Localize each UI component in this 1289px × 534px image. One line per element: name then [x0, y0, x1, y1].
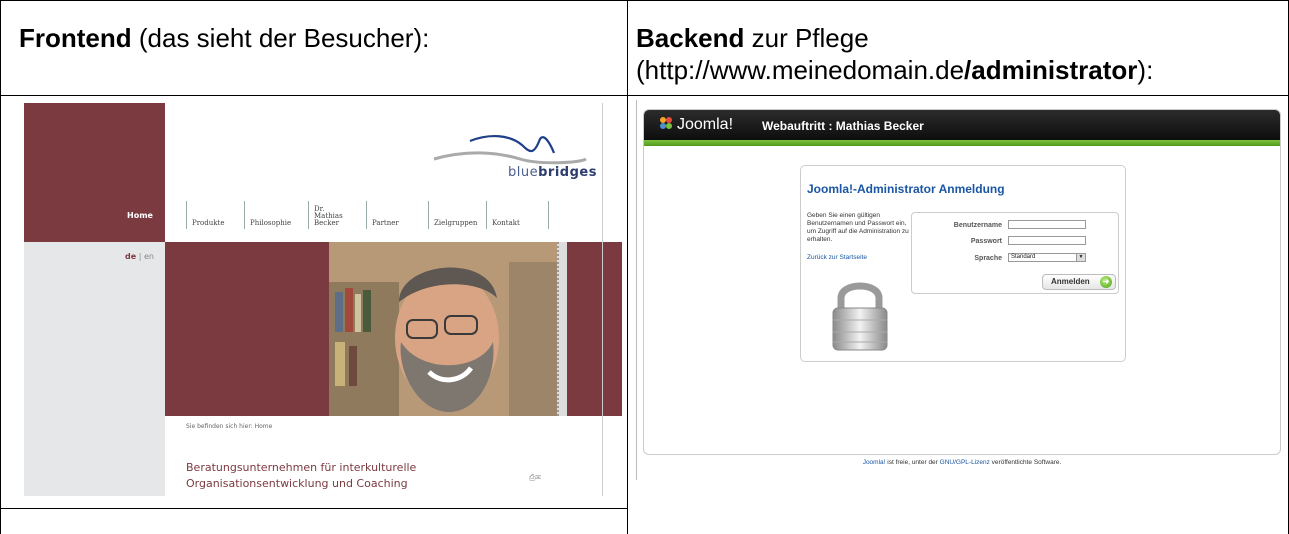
lang-en-link[interactable]: en — [144, 252, 154, 261]
language-select[interactable]: Standard ▼ — [1008, 253, 1086, 262]
footer-text-1: ist freie, unter der — [885, 459, 940, 466]
joomla-logo-text: Joomla! — [677, 116, 734, 133]
login-button-label: Anmelden — [1051, 277, 1090, 286]
portrait-illustration-icon — [329, 242, 557, 416]
nav-label: Dr. Mathias Becker — [314, 205, 343, 227]
nav-partner[interactable]: Partner — [366, 201, 428, 229]
joomla-logo-icon — [660, 117, 672, 129]
nav-label: Zielgruppen — [434, 219, 478, 227]
username-input[interactable] — [1008, 220, 1086, 229]
hero-portrait-image — [329, 242, 557, 416]
backend-screenshot: Joomla! Webauftritt : Mathias Becker Joo… — [643, 109, 1281, 455]
hero-divider — [557, 242, 567, 416]
backend-heading-url-bold: /administrator — [964, 55, 1138, 85]
login-title: Joomla!-Administrator Anmeldung — [807, 182, 1005, 196]
backend-heading-bold: Backend — [636, 23, 745, 53]
grid-row-divider-right — [627, 95, 1289, 96]
gpl-license-link[interactable]: GNU/GPL-Lizenz — [940, 459, 990, 466]
grid-row-divider — [0, 95, 627, 96]
nav-end-divider — [548, 201, 558, 229]
password-label: Passwort — [970, 238, 1002, 245]
back-to-homepage-link[interactable]: Zurück zur Startseite — [807, 254, 867, 261]
nav-kontakt[interactable]: Kontakt — [486, 201, 548, 229]
frontend-language-switch: de | en — [125, 252, 154, 261]
backend-header-bar — [644, 110, 1280, 140]
chevron-down-icon[interactable]: ▼ — [1076, 254, 1085, 261]
backend-green-stripe — [644, 140, 1280, 146]
frontend-heading-bold: Frontend — [19, 23, 132, 53]
backend-footer: Joomla! ist freie, unter der GNU/GPL-Liz… — [643, 459, 1281, 466]
frontend-right-border — [602, 103, 605, 496]
nav-label: Partner — [372, 219, 399, 227]
logo-text-light: blue — [508, 165, 539, 180]
nav-label: Produkte — [192, 219, 225, 227]
login-button[interactable]: Anmelden ➜ — [1042, 274, 1116, 290]
language-label: Sprache — [974, 255, 1002, 262]
backend-heading: Backend zur Pflege (http://www.meinedoma… — [636, 22, 1153, 86]
frontend-hero — [165, 242, 622, 416]
username-label: Benutzername — [953, 222, 1002, 229]
login-form: Benutzername Passwort Sprache Standard ▼… — [911, 212, 1119, 294]
frontend-heading-rest: (das sieht der Besucher): — [131, 23, 430, 53]
frontend-heading: Frontend (das sieht der Besucher): — [19, 22, 429, 54]
frontend-home-link[interactable]: Home — [127, 211, 153, 220]
page-title-line2: Organisationsentwicklung und Coaching — [186, 477, 408, 490]
nav-philosophie[interactable]: Philosophie — [244, 201, 308, 229]
lang-separator: | — [136, 252, 144, 261]
email-icon[interactable]: ✉ — [535, 473, 541, 482]
page-title: Beratungsunternehmen für interkulturelle… — [186, 460, 416, 492]
joomla-link[interactable]: Joomla! — [863, 459, 886, 466]
grid-left — [0, 0, 1, 534]
nav-zielgruppen[interactable]: Zielgruppen — [428, 201, 486, 229]
lock-icon — [832, 282, 888, 351]
breadcrumb: Sie befinden sich hier: Home — [186, 423, 273, 430]
login-description: Geben Sie einen gültigen Benutzernamen u… — [807, 212, 909, 243]
nav-produkte[interactable]: Produkte — [186, 201, 244, 229]
backend-heading-url: (http://www.meinedomain.de — [636, 55, 965, 85]
backend-left-divider — [636, 100, 637, 480]
nav-label: Kontakt — [492, 219, 520, 227]
backend-heading-url-end: ): — [1137, 55, 1154, 85]
frontend-sidebar-top — [24, 103, 165, 242]
frontend-screenshot: Home de | en bluebridges Produkte Philos… — [14, 103, 622, 496]
arrow-right-icon: ➜ — [1100, 276, 1112, 288]
login-panel: Joomla!-Administrator Anmeldung Geben Si… — [800, 165, 1126, 362]
nav-dr-mathias-becker[interactable]: Dr. Mathias Becker — [308, 201, 366, 229]
grid-middle — [627, 0, 628, 534]
frontend-sidebar — [24, 242, 165, 496]
footer-text-2: veröffentlichte Software. — [989, 459, 1062, 466]
language-select-value: Standard — [1011, 254, 1036, 260]
print-email-icons[interactable]: ⎙✉ — [529, 473, 541, 483]
grid-top — [0, 0, 1289, 1]
lang-de-link[interactable]: de — [125, 252, 136, 261]
bluebridges-logo-text: bluebridges — [508, 165, 597, 180]
logo-text-bold: bridges — [538, 165, 597, 180]
backend-site-title: Webauftritt : Mathias Becker — [762, 119, 924, 133]
nav-label: Philosophie — [250, 219, 292, 227]
password-input[interactable] — [1008, 236, 1086, 245]
page-title-line1: Beratungsunternehmen für interkulturelle — [186, 461, 417, 474]
joomla-logo: Joomla! — [658, 115, 733, 134]
grid-bottom-divider — [0, 508, 627, 509]
backend-heading-rest: zur Pflege — [744, 23, 869, 53]
